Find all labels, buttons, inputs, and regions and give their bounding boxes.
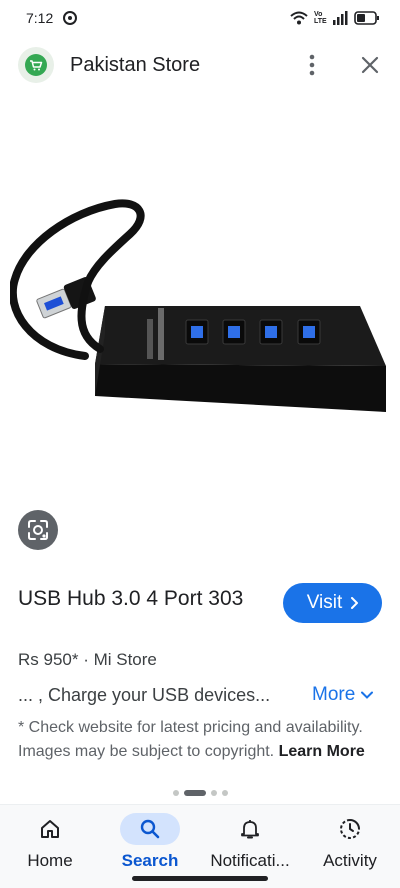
nav-item-search[interactable]: Search [100,805,200,881]
nav-item-home[interactable]: Home [0,805,100,881]
nav-item-activity[interactable]: Activity [300,805,400,881]
nav-label-activity: Activity [323,851,377,870]
activity-icon [340,819,360,839]
store-logo[interactable] [18,47,54,83]
close-icon [361,56,379,74]
volte-icon: Vo LTE [314,11,327,25]
nav-icon-container [20,813,80,845]
search-icon [140,819,160,839]
close-button[interactable] [356,51,384,79]
usb-hub-product-photo [10,199,386,412]
more-options-button[interactable] [298,51,326,79]
more-vert-icon [309,54,315,76]
wifi-icon [290,11,308,25]
home-icon [41,820,59,838]
more-button-label: More [312,684,356,705]
google-lens-icon [28,520,48,540]
store-header: Pakistan Store [0,36,400,94]
status-bar: 7:12 Vo LTE [0,0,400,36]
status-time: 7:12 [26,10,54,26]
page-dot [210,790,217,796]
more-button[interactable]: More [312,684,374,706]
nav-label-search: Search [121,851,179,870]
chevron-right-icon [351,597,359,609]
price-and-seller: Rs 950* · Mi Store [18,650,157,669]
nav-label-home: Home [27,851,73,870]
page-dot [221,790,228,796]
page-dot-active [183,790,206,796]
store-title: Pakistan Store [70,53,201,76]
nav-icon-container [320,813,380,845]
system-home-indicator[interactable] [132,876,268,881]
learn-more-link[interactable]: Learn More [279,743,365,760]
nav-item-notifications[interactable]: Notificati... [200,805,300,881]
visit-button[interactable]: Visit [283,583,382,623]
notification-dot-icon [63,11,78,25]
nav-label-notifications: Notificati... [210,851,290,870]
google-lens-button[interactable] [18,510,58,550]
nav-icon-container [220,813,280,845]
visit-button-label: Visit [306,592,343,613]
status-icons: Vo LTE [290,11,380,25]
signal-icon [333,11,348,25]
pricing-disclaimer: * Check website for latest pricing and a… [18,716,368,780]
chevron-down-icon [361,691,374,699]
shopping-cart-icon [25,54,47,76]
nav-icon-container [120,813,180,845]
page-indicator [0,788,400,798]
product-title: USB Hub 3.0 4 Port 303 [18,587,244,610]
page-dot [172,790,179,796]
bell-icon [241,820,259,839]
product-image[interactable] [10,94,390,568]
product-description: ... , Charge your USB devices... [18,685,271,705]
header-actions [298,51,384,79]
battery-icon [354,11,379,25]
